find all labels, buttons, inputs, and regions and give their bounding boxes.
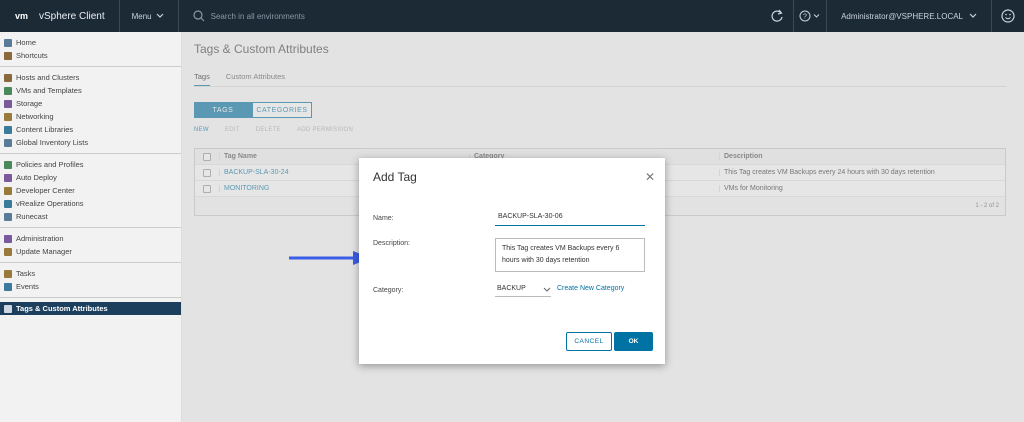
- sidebar-item-vrops[interactable]: vRealize Operations: [0, 197, 181, 210]
- policies-icon: [4, 160, 12, 169]
- description-label: Description:: [373, 240, 410, 247]
- vms-icon: [4, 86, 12, 95]
- update-icon: [4, 247, 12, 256]
- divider: [0, 262, 181, 263]
- sidebar-item-label: Update Manager: [16, 247, 72, 256]
- sidebar-item-tags[interactable]: Tags & Custom Attributes: [0, 302, 181, 315]
- sidebar-item-policies[interactable]: Policies and Profiles: [0, 158, 181, 171]
- sidebar-item-admin[interactable]: Administration: [0, 232, 181, 245]
- cancel-button[interactable]: CANCEL: [566, 332, 612, 351]
- sidebar-item-update[interactable]: Update Manager: [0, 245, 181, 258]
- sidebar-item-label: VMs and Templates: [16, 86, 82, 95]
- sidebar-item-label: vRealize Operations: [16, 199, 84, 208]
- name-field[interactable]: BACKUP-SLA-30-06: [495, 213, 645, 226]
- divider: [0, 297, 181, 298]
- menu-label: Menu: [131, 11, 152, 21]
- sidebar-item-inventory[interactable]: Global Inventory Lists: [0, 136, 181, 149]
- events-icon: [4, 282, 12, 291]
- refresh-icon[interactable]: [761, 0, 793, 32]
- create-new-category-link[interactable]: Create New Category: [557, 285, 624, 292]
- smiley-feedback-icon[interactable]: [992, 0, 1024, 32]
- help-icon[interactable]: ?: [794, 0, 826, 32]
- sidebar-item-label: Home: [16, 38, 37, 47]
- sidebar-item-tasks[interactable]: Tasks: [0, 267, 181, 280]
- sidebar-item-shortcuts[interactable]: Shortcuts: [0, 49, 181, 62]
- close-icon[interactable]: ✕: [645, 170, 655, 184]
- developer-icon: [4, 186, 12, 195]
- sidebar-item-label: Networking: [16, 112, 54, 121]
- vrops-icon: [4, 199, 12, 208]
- sidebar-item-label: Hosts and Clusters: [16, 73, 80, 82]
- sidebar-item-label: Events: [16, 282, 39, 291]
- sidebar-item-developer[interactable]: Developer Center: [0, 184, 181, 197]
- sidebar-item-label: Tags & Custom Attributes: [16, 304, 108, 313]
- sidebar-item-network[interactable]: Networking: [0, 110, 181, 123]
- deploy-icon: [4, 173, 12, 182]
- category-value: BACKUP: [497, 285, 526, 292]
- tag-icon: [4, 304, 12, 313]
- user-name: Administrator@VSPHERE.LOCAL: [841, 11, 963, 21]
- sidebar-item-vms[interactable]: VMs and Templates: [0, 84, 181, 97]
- category-label: Category:: [373, 287, 404, 294]
- divider: [118, 0, 120, 32]
- menu-button[interactable]: Menu: [132, 12, 164, 21]
- name-label: Name:: [373, 215, 394, 222]
- sidebar-item-home[interactable]: Home: [0, 36, 181, 49]
- sidebar-item-label: Auto Deploy: [16, 173, 57, 182]
- runecast-icon: [4, 212, 12, 221]
- category-select[interactable]: BACKUP: [495, 285, 551, 297]
- sidebar: Home Shortcuts Hosts and Clusters VMs and T…: [0, 32, 182, 422]
- sidebar-item-label: Runecast: [16, 212, 48, 221]
- sidebar-item-label: Tasks: [16, 269, 36, 278]
- inventory-icon: [4, 138, 12, 147]
- divider: [0, 227, 181, 228]
- ok-button[interactable]: OK: [614, 332, 653, 351]
- app-title[interactable]: vSphere Client: [39, 11, 105, 22]
- storage-icon: [4, 99, 12, 108]
- divider: [0, 66, 181, 67]
- sidebar-item-label: Developer Center: [16, 186, 75, 195]
- divider: [177, 0, 179, 32]
- user-menu[interactable]: Administrator@VSPHERE.LOCAL: [827, 12, 991, 21]
- network-icon: [4, 112, 12, 121]
- sidebar-item-label: Global Inventory Lists: [16, 138, 89, 147]
- sidebar-item-label: Policies and Profiles: [16, 160, 84, 169]
- dialog-title: Add Tag: [373, 170, 417, 184]
- sidebar-item-storage[interactable]: Storage: [0, 97, 181, 110]
- divider: [0, 153, 181, 154]
- tasks-icon: [4, 269, 12, 278]
- sidebar-item-runecast[interactable]: Runecast: [0, 210, 181, 223]
- admin-icon: [4, 234, 12, 243]
- sidebar-item-library[interactable]: Content Libraries: [0, 123, 181, 136]
- sidebar-item-label: Administration: [16, 234, 64, 243]
- add-tag-dialog: Add Tag ✕ Name: BACKUP-SLA-30-06 Descrip…: [359, 158, 665, 364]
- sidebar-item-label: Storage: [16, 99, 43, 108]
- svg-text:?: ?: [803, 14, 807, 21]
- sidebar-item-deploy[interactable]: Auto Deploy: [0, 171, 181, 184]
- description-field[interactable]: This Tag creates VM Backups every 6 hour…: [495, 238, 645, 272]
- chevron-down-icon: [156, 13, 164, 18]
- home-icon: [4, 38, 12, 47]
- search-icon: [193, 10, 205, 22]
- hosts-icon: [4, 73, 12, 82]
- vmware-logo: vm: [15, 11, 29, 21]
- search-placeholder: Search in all environments: [210, 11, 305, 21]
- top-navbar: vm vSphere Client Menu Search in all env…: [0, 0, 1024, 32]
- sidebar-item-hosts[interactable]: Hosts and Clusters: [0, 71, 181, 84]
- sidebar-item-label: Shortcuts: [16, 51, 48, 60]
- global-search[interactable]: Search in all environments: [193, 10, 305, 22]
- chevron-down-icon: [543, 287, 551, 292]
- sidebar-item-events[interactable]: Events: [0, 280, 181, 293]
- library-icon: [4, 125, 12, 134]
- sidebar-item-label: Content Libraries: [16, 125, 74, 134]
- chevron-down-icon: [969, 13, 977, 18]
- shortcuts-icon: [4, 51, 12, 60]
